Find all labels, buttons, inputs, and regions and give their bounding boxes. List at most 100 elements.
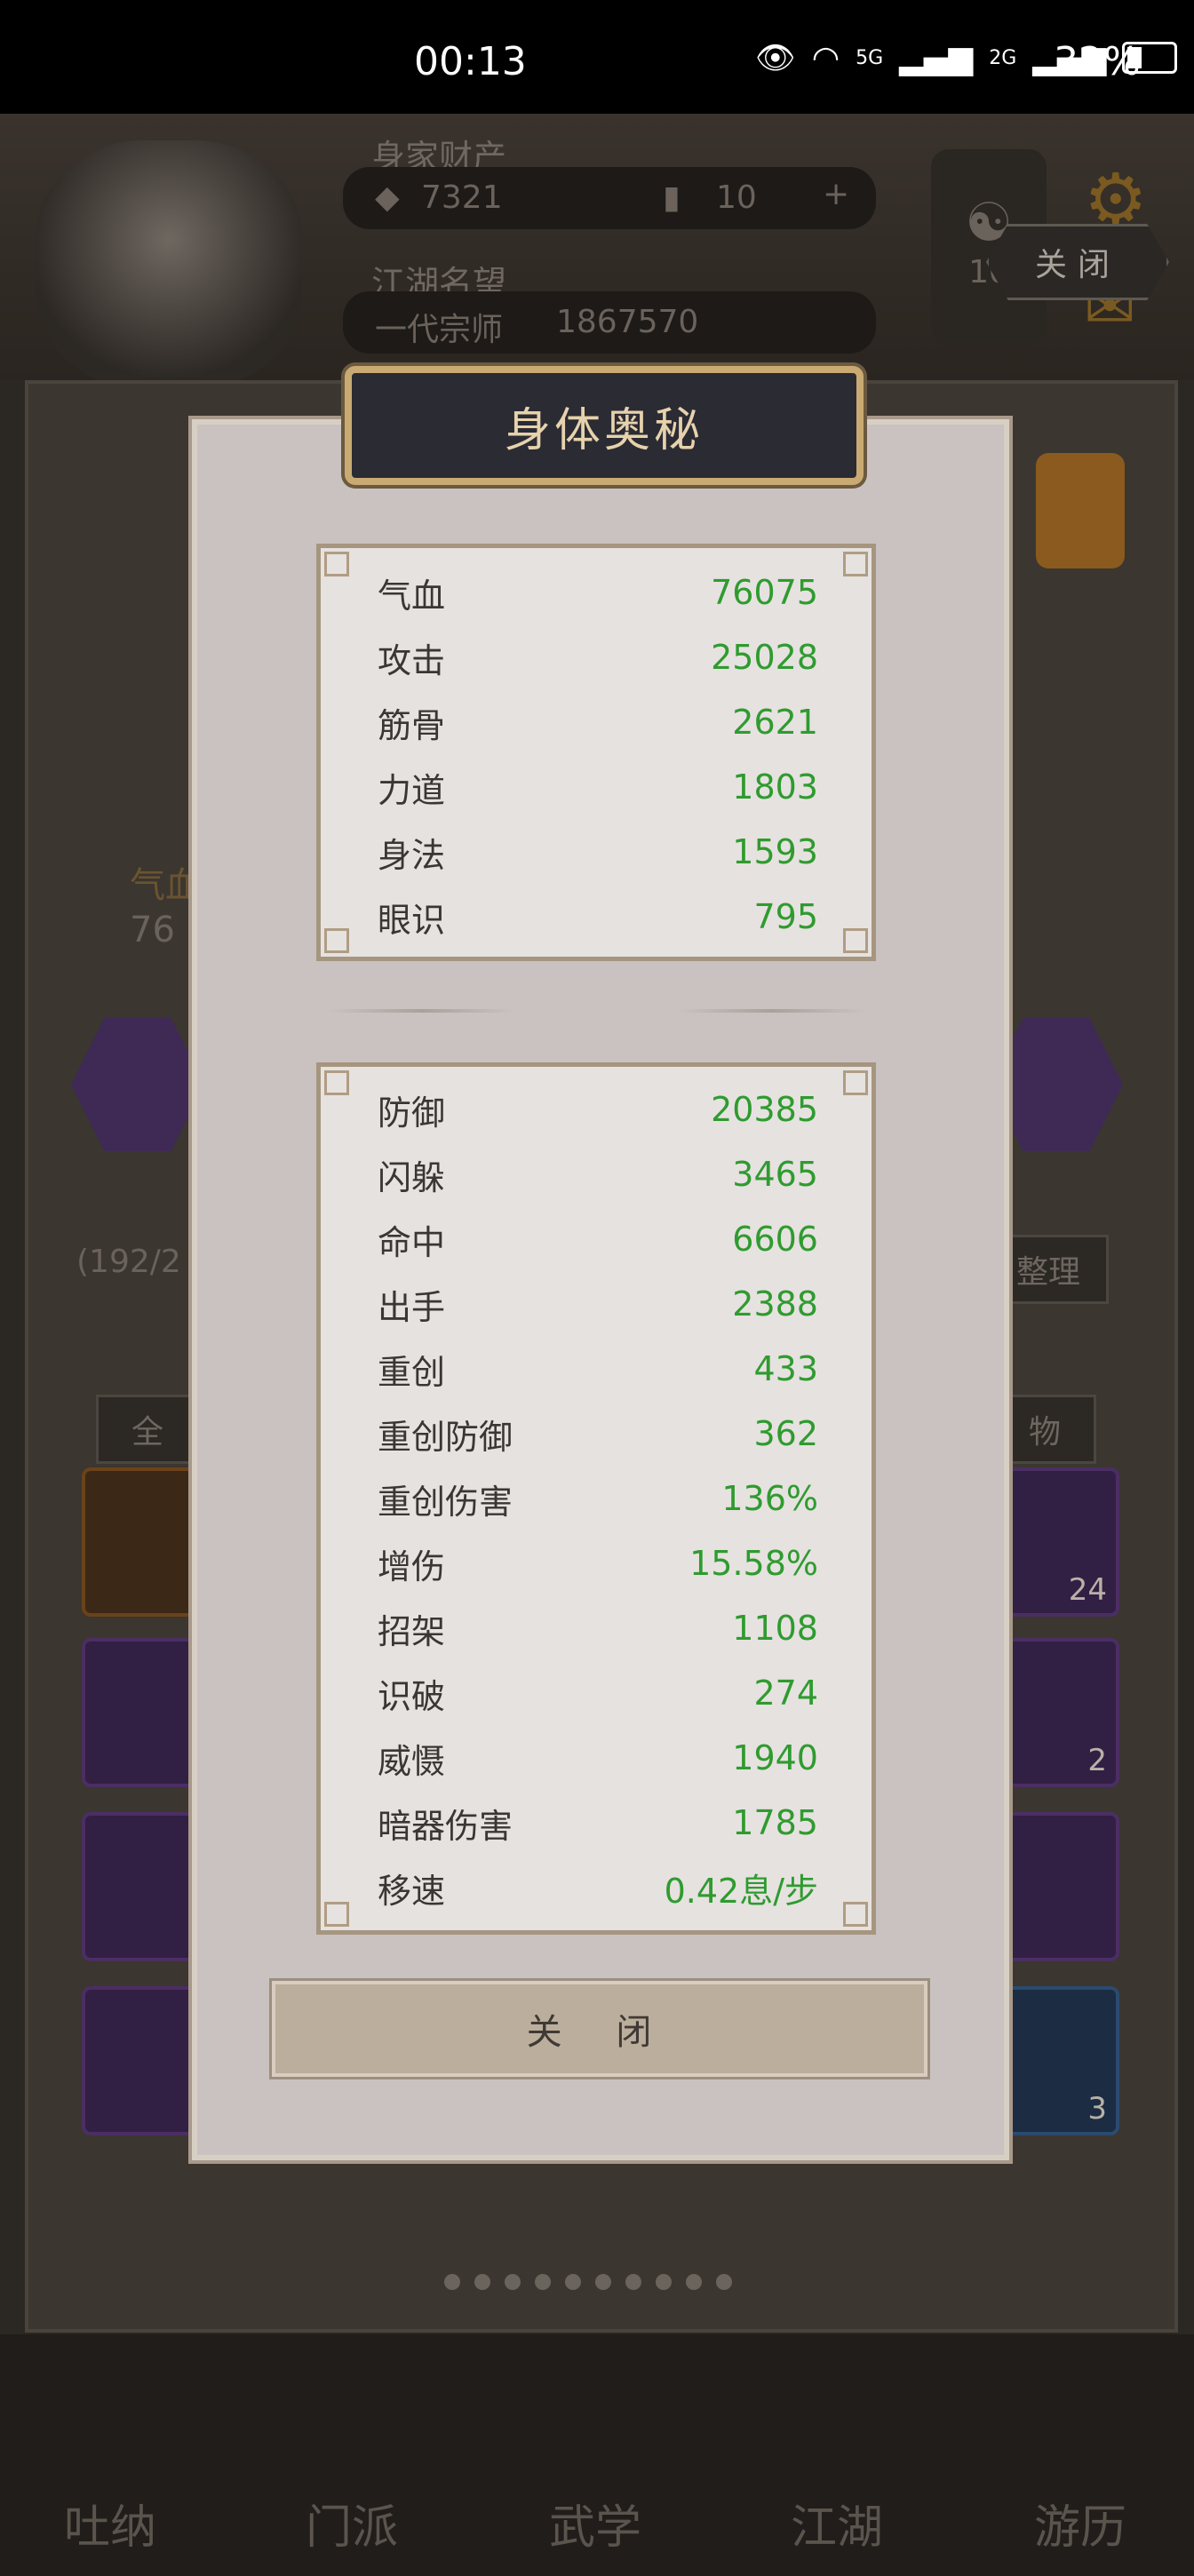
stat-name: 身法 <box>378 835 446 875</box>
stat-row: 防御 20385 <box>378 1083 818 1136</box>
stat-row: 移速 0.42息/步 <box>378 1861 818 1914</box>
stat-value: 76075 <box>711 573 818 612</box>
tab-youli[interactable]: 游历 <box>991 2370 1169 2556</box>
stat-name: 筋骨 <box>378 705 446 745</box>
stat-name: 出手 <box>378 1287 446 1327</box>
stat-row: 重创伤害 136% <box>378 1472 818 1525</box>
stat-row: 重创 433 <box>378 1342 818 1395</box>
stat-row: 识破 274 <box>378 1666 818 1720</box>
stat-value: 1785 <box>732 1803 818 1842</box>
tab-wuxue[interactable]: 武学 <box>506 2370 684 2556</box>
stat-row: 重创防御 362 <box>378 1407 818 1460</box>
fame-value: 1867570 <box>556 304 699 340</box>
stat-row: 眼识 795 <box>378 890 818 943</box>
stat-name: 命中 <box>378 1222 446 1262</box>
close-button[interactable]: 关 闭 <box>272 1981 927 2077</box>
stat-name: 招架 <box>378 1611 446 1651</box>
stat-row: 威慑 1940 <box>378 1731 818 1785</box>
divider-left <box>329 1009 515 1013</box>
stat-row: 命中 6606 <box>378 1212 818 1266</box>
stat-name: 闪躲 <box>378 1157 446 1197</box>
stat-value: 274 <box>753 1674 818 1713</box>
modal-title: 身体奥秘 <box>504 403 704 457</box>
stat-value: 362 <box>753 1414 818 1453</box>
stat-row: 气血 76075 <box>378 566 818 619</box>
stat-name: 重创防御 <box>378 1417 513 1457</box>
stat-value: 433 <box>753 1349 818 1388</box>
stat-name: 攻击 <box>378 640 446 680</box>
signal-2g-label: 2G <box>989 46 1017 69</box>
corner-ornament <box>843 928 868 953</box>
fame-field: 一代宗师 1867570 <box>343 291 876 354</box>
tab-menpai[interactable]: 门派 <box>263 2370 441 2556</box>
battery-percent: 32% <box>1054 39 1141 84</box>
stat-row: 闪躲 3465 <box>378 1148 818 1201</box>
slot-count: 24 <box>1068 1572 1107 1608</box>
stat-name: 力道 <box>378 770 446 810</box>
stat-row: 攻击 25028 <box>378 631 818 684</box>
avatar[interactable] <box>36 140 302 389</box>
stat-row: 筋骨 2621 <box>378 696 818 749</box>
slot-count: 3 <box>1087 2091 1107 2127</box>
stat-row: 身法 1593 <box>378 825 818 879</box>
stat-value: 795 <box>753 897 818 936</box>
jade-icon: ▮ <box>663 179 681 216</box>
corner-ornament <box>324 1902 349 1927</box>
primary-stats-card: 气血 76075 攻击 25028 筋骨 2621 力道 1803 身法 1593 眼识 795 <box>316 544 876 961</box>
status-bar: 00:13 👁 ◠ 5G ▂▄▆ 2G ▂▄▆ 32% <box>0 0 1194 114</box>
corner-ornament <box>843 552 868 576</box>
stat-value: 25028 <box>711 638 818 677</box>
stat-value: 136% <box>721 1479 818 1518</box>
corner-ornament <box>324 928 349 953</box>
wifi-icon: ◠ <box>811 39 840 76</box>
stat-name: 防御 <box>378 1093 446 1133</box>
emblem-icon[interactable] <box>1036 453 1125 568</box>
stat-name: 增伤 <box>378 1546 446 1586</box>
corner-ornament <box>324 552 349 576</box>
stat-value: 2621 <box>732 703 818 742</box>
stat-name: 暗器伤害 <box>378 1806 513 1846</box>
page-indicator <box>444 2274 732 2290</box>
signal-5g-label: 5G <box>856 46 884 69</box>
stat-value: 0.42息/步 <box>664 1871 818 1911</box>
eye-icon: 👁 <box>755 40 796 76</box>
corner-ornament <box>324 1070 349 1095</box>
modal-title-plate: 身体奥秘 <box>345 366 864 485</box>
stat-name: 威慑 <box>378 1741 446 1781</box>
stat-row: 招架 1108 <box>378 1602 818 1655</box>
gold-icon: ◆ <box>375 179 400 216</box>
clock: 00:13 <box>414 39 527 84</box>
gold-value: 7321 <box>421 179 503 216</box>
stat-value: 3465 <box>732 1155 818 1194</box>
stat-name: 移速 <box>378 1871 446 1911</box>
close-top-button[interactable]: 关闭 <box>986 224 1169 300</box>
stat-row: 力道 1803 <box>378 760 818 814</box>
jade-value: 10 <box>716 179 757 216</box>
stat-value: 1940 <box>732 1738 818 1777</box>
stat-name: 重创 <box>378 1352 446 1392</box>
stat-name: 眼识 <box>378 900 446 940</box>
stat-name: 气血 <box>378 576 446 616</box>
inventory-count: (192/2 <box>76 1244 181 1280</box>
corner-ornament <box>843 1070 868 1095</box>
add-currency-button[interactable]: + <box>823 176 849 212</box>
stat-value: 2388 <box>732 1284 818 1324</box>
filter-all-tab[interactable]: 全 <box>96 1395 199 1464</box>
stat-value: 1803 <box>732 767 818 807</box>
stat-value: 1593 <box>732 832 818 871</box>
stat-row: 出手 2388 <box>378 1277 818 1331</box>
stat-value: 6606 <box>732 1220 818 1259</box>
tab-jianghu[interactable]: 江湖 <box>748 2370 926 2556</box>
slot-count: 2 <box>1087 1743 1107 1778</box>
corner-ornament <box>843 1902 868 1927</box>
stat-name: 识破 <box>378 1676 446 1716</box>
signal-icon: ▂▄▆ <box>899 39 974 76</box>
secondary-stats-card: 防御 20385 闪躲 3465 命中 6606 出手 2388 重创 433 重创防御 362 重创伤… <box>316 1062 876 1935</box>
stat-value: 20385 <box>711 1090 818 1129</box>
stat-value: 1108 <box>732 1609 818 1648</box>
stat-name: 重创伤害 <box>378 1482 513 1522</box>
tab-tuna[interactable]: 吐纳 <box>21 2370 199 2556</box>
divider-right <box>679 1009 865 1013</box>
stat-value: 15.58% <box>689 1544 818 1583</box>
rank-title: 一代宗师 <box>375 312 504 348</box>
